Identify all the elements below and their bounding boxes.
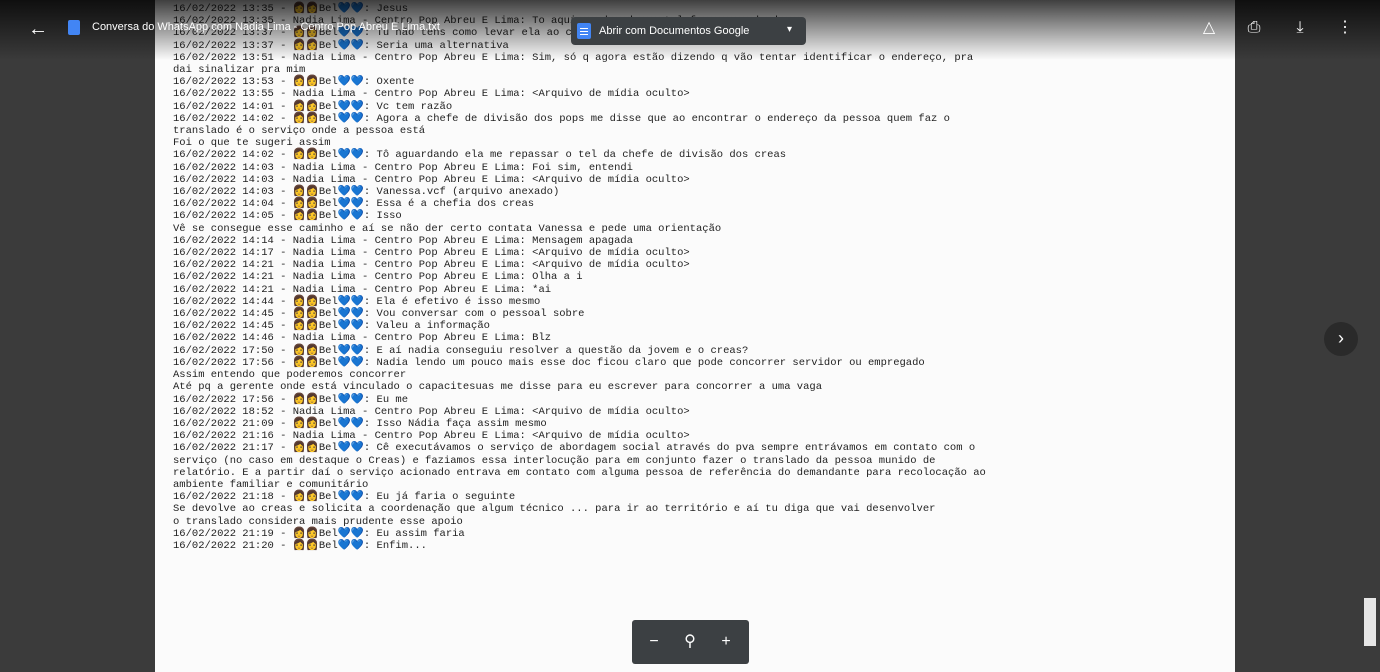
document-line: 16/02/2022 14:02 - 👩👩Bel💙💙: Agora a chef… [173,112,950,125]
document-line: 16/02/2022 14:46 - Nadia Lima - Centro P… [173,332,552,345]
document-line: 16/02/2022 14:01 - 👩👩Bel💙💙: Vc tem razão [173,100,453,113]
document-line: 16/02/2022 14:21 - Nadia Lima - Centro P… [173,283,552,296]
document-line: Até pq a gerente onde está vinculado o c… [173,381,823,394]
document-line: Vê se consegue esse caminho e aí se não … [173,222,722,235]
document-line: ambiente familiar e comunitário [173,478,369,491]
chevron-right-icon: › [1338,328,1344,348]
document-line: 16/02/2022 14:21 - Nadia Lima - Centro P… [173,259,690,272]
document-line: Foi o que te sugeri assim [173,137,331,150]
document-title: Conversa do WhatsApp com Nadia Lima - Ce… [92,21,440,33]
document-line: Assim entendo que poderemos concorrer [173,369,407,382]
document-line: 16/02/2022 14:04 - 👩👩Bel💙💙: Essa é a che… [173,198,535,211]
document-line: 16/02/2022 13:55 - Nadia Lima - Centro P… [173,88,690,101]
document-line: 16/02/2022 14:17 - Nadia Lima - Centro P… [173,247,690,260]
document-line: 16/02/2022 14:45 - 👩👩Bel💙💙: Vou conversa… [173,308,585,321]
document-line: 16/02/2022 18:52 - Nadia Lima - Centro P… [173,405,690,418]
document-line: 16/02/2022 17:56 - 👩👩Bel💙💙: Nadia lendo … [173,356,925,369]
add-to-drive-icon[interactable]: △ [1197,16,1221,40]
document-line: 16/02/2022 14:03 - 👩👩Bel💙💙: Vanessa.vcf … [173,186,560,199]
document-line: 16/02/2022 14:05 - 👩👩Bel💙💙: Isso [173,210,402,223]
document-line: 16/02/2022 17:50 - 👩👩Bel💙💙: E aí nadia c… [173,344,749,357]
print-icon[interactable]: ⎙ [1242,16,1266,40]
open-with-button[interactable]: Abrir com Documentos Google ▾ [571,17,806,45]
document-line: 16/02/2022 14:03 - Nadia Lima - Centro P… [173,173,690,186]
document-line: Se devolve ao creas e solicita a coorden… [173,503,936,516]
document-line: 16/02/2022 21:09 - 👩👩Bel💙💙: Isso Nádia f… [173,417,547,430]
magnifier-icon: ⚲ [684,633,696,650]
viewer-toolbar: ← Conversa do WhatsApp com Nadia Lima - … [0,0,1380,60]
document-line: o translado considera mais prudente esse… [173,515,463,528]
document-line: serviço (no caso em destaque o Creas) e … [173,454,936,467]
document-line: 16/02/2022 21:20 - 👩👩Bel💙💙: Enfim... [173,539,427,552]
document-line: 16/02/2022 21:17 - 👩👩Bel💙💙: Cê executáva… [173,442,976,455]
document-line: 16/02/2022 14:14 - Nadia Lima - Centro P… [173,234,633,247]
zoom-out-icon[interactable]: − [642,630,666,654]
document-line: 16/02/2022 21:19 - 👩👩Bel💙💙: Eu assim far… [173,527,465,540]
download-icon[interactable]: ⤓ [1288,16,1312,40]
document-line: relatório. E a partir daí o serviço acio… [173,466,986,479]
document-text: 16/02/2022 13:35 - 👩👩Bel💙💙: Jesus16/02/2… [173,3,1225,552]
document-line: 16/02/2022 21:16 - Nadia Lima - Centro P… [173,430,690,443]
document-line: dai sinalizar pra mim [173,64,306,77]
document-line: 16/02/2022 14:44 - 👩👩Bel💙💙: Ela é efetiv… [173,295,541,308]
zoom-in-icon[interactable]: + [714,630,738,654]
back-arrow-icon[interactable]: ← [26,17,50,41]
scrollbar[interactable] [1364,598,1376,646]
zoom-controls: − ⚲ + [632,620,749,664]
next-file-button[interactable]: › [1324,322,1358,356]
document-page: 16/02/2022 13:35 - 👩👩Bel💙💙: Jesus16/02/2… [155,0,1235,672]
document-line: 16/02/2022 14:21 - Nadia Lima - Centro P… [173,271,583,284]
document-line: translado é o serviço onde a pessoa está [173,125,426,138]
document-line: 16/02/2022 17:56 - 👩👩Bel💙💙: Eu me [173,393,409,406]
document-line: 16/02/2022 14:45 - 👩👩Bel💙💙: Valeu a info… [173,320,490,333]
chevron-down-icon: ▾ [787,24,793,35]
more-vert-icon[interactable]: ⋮ [1333,16,1357,40]
document-line: 16/02/2022 14:02 - 👩👩Bel💙💙: Tô aguardand… [173,149,787,162]
google-docs-icon [577,23,591,39]
open-with-label: Abrir com Documentos Google [599,25,750,37]
document-line: 16/02/2022 14:03 - Nadia Lima - Centro P… [173,161,633,174]
document-line: 16/02/2022 13:53 - 👩👩Bel💙💙: Oxente [173,76,415,89]
document-line: 16/02/2022 21:18 - 👩👩Bel💙💙: Eu já faria … [173,491,516,504]
docs-icon [68,20,80,35]
